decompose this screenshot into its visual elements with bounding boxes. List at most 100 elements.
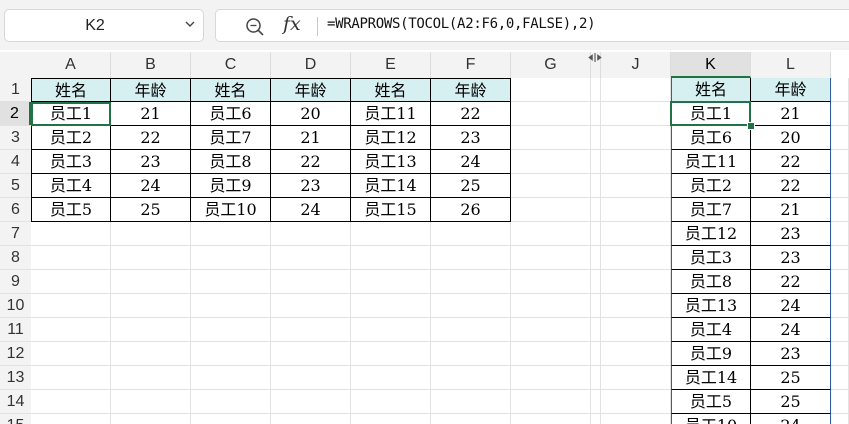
source-cell[interactable]: 23 — [271, 174, 351, 198]
result-cell[interactable]: 22 — [751, 150, 831, 174]
result-cell[interactable]: 员工9 — [671, 342, 751, 366]
row-header-8[interactable]: 8 — [0, 246, 31, 270]
result-header-cell[interactable]: 姓名 — [671, 78, 751, 102]
source-cell[interactable]: 26 — [431, 198, 511, 222]
source-cell[interactable]: 24 — [431, 150, 511, 174]
result-cell[interactable]: 员工12 — [671, 222, 751, 246]
row-header-9[interactable]: 9 — [0, 270, 31, 294]
zoom-icon[interactable] — [244, 16, 266, 38]
row-header-5[interactable]: 5 — [0, 174, 31, 198]
chevron-down-icon[interactable] — [185, 20, 195, 28]
result-cell[interactable]: 22 — [751, 270, 831, 294]
source-header-cell[interactable]: 年龄 — [431, 78, 511, 102]
result-cell[interactable]: 22 — [751, 174, 831, 198]
result-cell[interactable]: 员工2 — [671, 174, 751, 198]
column-header-L[interactable]: L — [751, 52, 831, 78]
row-header-12[interactable]: 12 — [0, 342, 31, 366]
result-cell[interactable]: 25 — [751, 366, 831, 390]
result-cell[interactable]: 员工7 — [671, 198, 751, 222]
result-cell[interactable]: 员工14 — [671, 366, 751, 390]
source-cell[interactable]: 23 — [111, 150, 191, 174]
source-cell[interactable]: 员工13 — [351, 150, 431, 174]
result-cell[interactable]: 23 — [751, 342, 831, 366]
select-all-corner[interactable] — [0, 52, 31, 78]
column-header-G[interactable]: G — [511, 52, 591, 78]
source-cell[interactable]: 员工8 — [191, 150, 271, 174]
source-cell[interactable]: 21 — [271, 126, 351, 150]
result-cell[interactable]: 员工6 — [671, 126, 751, 150]
source-cell[interactable]: 22 — [111, 126, 191, 150]
result-cell[interactable]: 员工3 — [671, 246, 751, 270]
result-cell[interactable]: 24 — [751, 318, 831, 342]
source-cell[interactable]: 25 — [111, 198, 191, 222]
source-cell[interactable]: 24 — [111, 174, 191, 198]
source-cell[interactable]: 员工7 — [191, 126, 271, 150]
row-header-2[interactable]: 2 — [0, 102, 31, 126]
row-header-7[interactable]: 7 — [0, 222, 31, 246]
source-cell[interactable]: 员工1 — [31, 102, 111, 126]
result-cell[interactable]: 23 — [751, 222, 831, 246]
column-header-J[interactable]: J — [601, 52, 671, 78]
spreadsheet-grid[interactable]: ABCDEFGJKL123456789101112131415姓名员工1员工2员… — [0, 52, 849, 424]
source-header-cell[interactable]: 姓名 — [351, 78, 431, 102]
result-cell[interactable]: 员工11 — [671, 150, 751, 174]
source-cell[interactable]: 员工5 — [31, 198, 111, 222]
hidden-columns-icon[interactable] — [588, 53, 602, 62]
source-cell[interactable]: 员工3 — [31, 150, 111, 174]
result-cell[interactable]: 24 — [751, 294, 831, 318]
source-cell[interactable]: 员工15 — [351, 198, 431, 222]
source-header-cell[interactable]: 年龄 — [111, 78, 191, 102]
result-cell[interactable]: 员工1 — [671, 102, 751, 126]
function-icon[interactable]: fx — [283, 13, 301, 35]
result-cell[interactable]: 25 — [751, 390, 831, 414]
source-cell[interactable]: 员工11 — [351, 102, 431, 126]
result-cell[interactable]: 20 — [751, 126, 831, 150]
result-header-cell[interactable]: 年龄 — [751, 78, 831, 102]
source-cell[interactable]: 员工2 — [31, 126, 111, 150]
source-header-cell[interactable]: 年龄 — [271, 78, 351, 102]
formula-bar[interactable]: fx =WRAPROWS(TOCOL(A2:F6,0,FALSE),2) — [215, 9, 849, 42]
source-header-cell[interactable]: 姓名 — [191, 78, 271, 102]
source-cell[interactable]: 22 — [431, 102, 511, 126]
result-cell[interactable]: 员工8 — [671, 270, 751, 294]
name-box[interactable]: K2 — [4, 9, 204, 42]
source-cell[interactable]: 员工4 — [31, 174, 111, 198]
result-cell[interactable]: 21 — [751, 198, 831, 222]
row-header-1[interactable]: 1 — [0, 78, 31, 102]
column-header-D[interactable]: D — [271, 52, 351, 78]
row-header-6[interactable]: 6 — [0, 198, 31, 222]
source-cell[interactable]: 员工6 — [191, 102, 271, 126]
row-header-11[interactable]: 11 — [0, 318, 31, 342]
source-cell[interactable]: 员工10 — [191, 198, 271, 222]
row-header-14[interactable]: 14 — [0, 390, 31, 414]
source-header-cell[interactable]: 姓名 — [31, 78, 111, 102]
column-header-F[interactable]: F — [431, 52, 511, 78]
column-header-K[interactable]: K — [671, 52, 751, 78]
column-header-C[interactable]: C — [191, 52, 271, 78]
source-cell[interactable]: 员工9 — [191, 174, 271, 198]
row-header-10[interactable]: 10 — [0, 294, 31, 318]
source-cell[interactable]: 24 — [271, 198, 351, 222]
column-header-E[interactable]: E — [351, 52, 431, 78]
row-header-4[interactable]: 4 — [0, 150, 31, 174]
row-header-13[interactable]: 13 — [0, 366, 31, 390]
result-cell[interactable]: 员工5 — [671, 390, 751, 414]
source-cell[interactable]: 20 — [271, 102, 351, 126]
result-cell[interactable]: 24 — [751, 414, 831, 424]
source-cell[interactable]: 21 — [111, 102, 191, 126]
result-cell[interactable]: 21 — [751, 102, 831, 126]
source-cell[interactable]: 员工12 — [351, 126, 431, 150]
column-header-B[interactable]: B — [111, 52, 191, 78]
result-cell[interactable]: 员工4 — [671, 318, 751, 342]
source-cell[interactable]: 员工14 — [351, 174, 431, 198]
formula-text[interactable]: =WRAPROWS(TOCOL(A2:F6,0,FALSE),2) — [327, 16, 596, 32]
result-cell[interactable]: 员工13 — [671, 294, 751, 318]
fill-handle[interactable] — [747, 122, 755, 130]
result-cell[interactable]: 员工10 — [671, 414, 751, 424]
source-cell[interactable]: 22 — [271, 150, 351, 174]
row-header-15[interactable]: 15 — [0, 414, 31, 424]
column-header-A[interactable]: A — [31, 52, 111, 78]
source-cell[interactable]: 23 — [431, 126, 511, 150]
row-header-3[interactable]: 3 — [0, 126, 31, 150]
result-cell[interactable]: 23 — [751, 246, 831, 270]
